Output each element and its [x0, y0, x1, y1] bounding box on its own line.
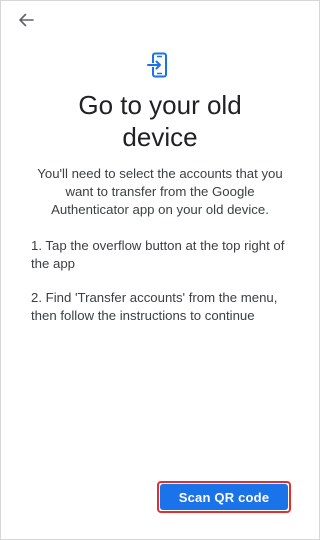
page-title: Go to your old device	[78, 90, 242, 152]
arrow-back-icon	[19, 13, 34, 27]
transfer-accounts-screen: Go to your old device You'll need to sel…	[0, 0, 320, 540]
instruction-step-2: 2. Find 'Transfer accounts' from the men…	[31, 290, 278, 323]
transfer-description: You'll need to select the accounts that …	[37, 166, 283, 217]
scan-button-highlight: Scan QR code	[157, 481, 291, 513]
scan-qr-code-button[interactable]: Scan QR code	[160, 484, 288, 510]
phone-transfer-icon	[147, 52, 167, 78]
instruction-step-1: 1. Tap the overflow button at the top ri…	[31, 238, 285, 271]
back-button[interactable]	[15, 9, 37, 31]
